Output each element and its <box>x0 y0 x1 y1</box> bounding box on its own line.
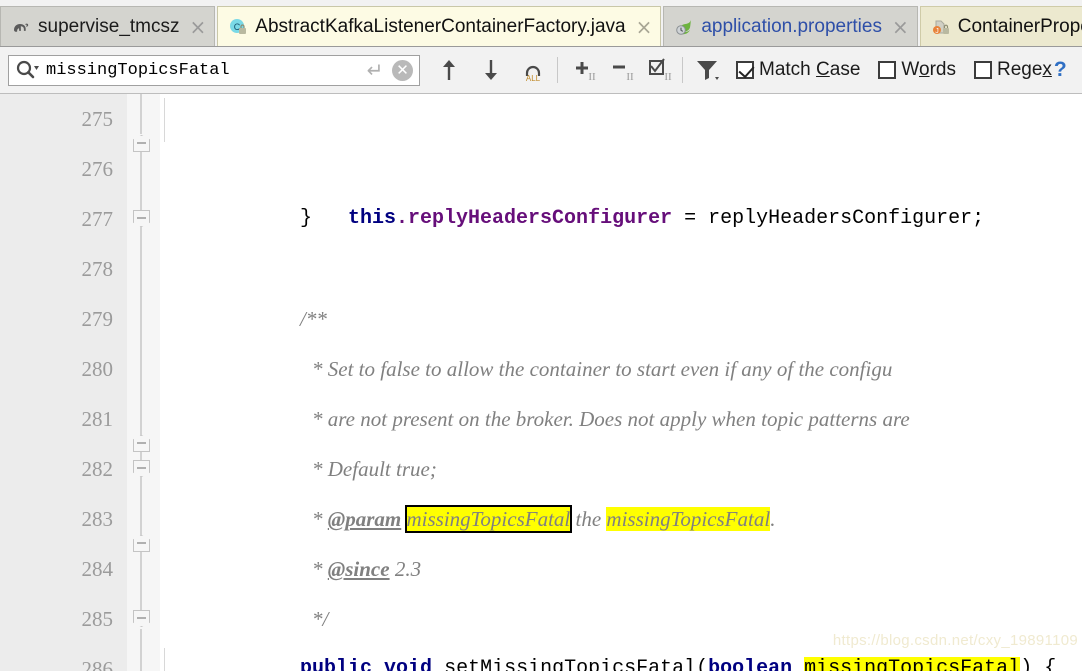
line-number: 284 <box>81 557 114 581</box>
words-option[interactable]: Words <box>878 59 956 81</box>
fold-marker-end-284[interactable] <box>133 435 150 452</box>
find-previous-button[interactable] <box>434 55 464 85</box>
add-selection-button[interactable]: II <box>567 55 597 85</box>
fold-marker-start-289[interactable] <box>133 610 150 627</box>
search-input[interactable] <box>40 59 362 81</box>
filter-button[interactable] <box>692 55 722 85</box>
code-line-278[interactable]: /** <box>160 244 1082 331</box>
spring-leaf-icon <box>674 17 694 37</box>
line-number: 281 <box>81 407 114 431</box>
tab-application-properties[interactable]: application.properties × <box>663 6 918 46</box>
tab-containerproperties[interactable]: J ContainerPrope <box>919 6 1082 46</box>
search-field-wrapper[interactable]: ↵ ✕ <box>8 54 420 86</box>
toolbar-divider-2 <box>682 57 683 83</box>
select-all-occurrences-button[interactable]: ALL <box>518 55 548 85</box>
words-label: Words <box>901 59 956 80</box>
fold-marker-start-285[interactable] <box>133 460 150 477</box>
svg-text:ALL: ALL <box>526 74 541 83</box>
line-number: 279 <box>81 307 114 331</box>
close-icon[interactable]: × <box>187 17 207 37</box>
regex-option[interactable]: Regex <box>973 59 1052 81</box>
code-line-281[interactable]: * Default true; <box>160 394 1082 481</box>
svg-text:II: II <box>664 71 672 83</box>
search-icon[interactable] <box>14 59 40 81</box>
line-number: 278 <box>81 257 114 281</box>
ide-window: supervise_tmcsz × C AbstractKafkaListene… <box>0 0 1082 671</box>
regex-checkbox[interactable] <box>973 61 992 79</box>
tab-abstractkafkalistenercontainerfactory-java[interactable]: C AbstractKafkaListenerContainerFactory.… <box>217 6 662 46</box>
remove-selection-button[interactable]: II <box>605 55 635 85</box>
tab-label: ContainerPrope <box>957 15 1082 37</box>
svg-text:II: II <box>626 71 634 83</box>
clear-icon[interactable]: ✕ <box>392 59 413 81</box>
java-class-icon: C <box>228 17 248 37</box>
elephant-icon <box>11 17 31 37</box>
code-line-282[interactable]: * @param missingTopicsFatal the missingT… <box>160 444 1082 533</box>
line-number: 285 <box>81 607 114 631</box>
line-number: 286 <box>81 657 114 671</box>
close-icon[interactable]: × <box>633 17 653 37</box>
fold-marker-start-278[interactable] <box>133 210 150 227</box>
code-text-area[interactable]: this.replyHeadersConfigurer = replyHeade… <box>160 94 1082 671</box>
close-icon[interactable]: × <box>889 17 909 37</box>
tab-supervise-tmcsz[interactable]: supervise_tmcsz × <box>0 6 216 46</box>
tab-label: supervise_tmcsz <box>38 15 180 37</box>
fold-marker-end-275[interactable] <box>133 135 150 152</box>
editor-tab-bar: supervise_tmcsz × C AbstractKafkaListene… <box>0 0 1082 47</box>
code-line-279[interactable]: * Set to false to allow the container to… <box>160 294 1082 381</box>
match-case-label: Match Case <box>759 59 861 80</box>
svg-text:II: II <box>588 71 596 83</box>
line-number: 276 <box>81 157 114 181</box>
words-checkbox[interactable] <box>878 61 897 79</box>
code-line-277[interactable] <box>160 194 1082 244</box>
code-editor[interactable]: 275 276 277 278 279 280 281 282 283 284 … <box>0 94 1082 671</box>
code-line-283[interactable]: * @since 2.3 <box>160 494 1082 581</box>
regex-label: Regex <box>996 59 1052 80</box>
code-line-280[interactable]: * are not present on the broker. Does no… <box>160 344 1082 431</box>
code-line-275[interactable]: this.replyHeadersConfigurer = replyHeade… <box>160 94 1082 230</box>
line-number: 280 <box>81 357 114 381</box>
fold-marker-end-287[interactable] <box>133 535 150 552</box>
code-folding-gutter[interactable] <box>127 94 160 671</box>
enter-arrow-icon[interactable]: ↵ <box>362 60 388 80</box>
line-number: 283 <box>81 507 114 531</box>
line-number-gutter: 275 276 277 278 279 280 281 282 283 284 … <box>0 94 127 671</box>
toolbar-divider <box>557 57 558 83</box>
find-toolbar: ↵ ✕ ALL <box>0 47 1082 94</box>
select-all-selection-button[interactable]: II <box>643 55 673 85</box>
watermark-text: https://blog.csdn.net/cxy_19891109 <box>832 632 1078 649</box>
tab-label: AbstractKafkaListenerContainerFactory.ja… <box>255 15 626 37</box>
tab-label: application.properties <box>701 15 882 37</box>
find-next-button[interactable] <box>476 55 506 85</box>
line-number: 277 <box>81 207 114 231</box>
match-case-option[interactable]: Match Case <box>736 59 860 81</box>
line-number: 282 <box>81 457 114 481</box>
svg-text:J: J <box>935 28 939 35</box>
java-lib-class-icon: J <box>931 17 951 37</box>
code-line-284[interactable]: */ <box>160 544 1082 631</box>
code-line-276[interactable]: } <box>160 144 1082 230</box>
match-case-checkbox[interactable] <box>736 61 754 79</box>
line-number: 275 <box>81 107 114 131</box>
help-icon[interactable]: ? <box>1054 58 1067 82</box>
